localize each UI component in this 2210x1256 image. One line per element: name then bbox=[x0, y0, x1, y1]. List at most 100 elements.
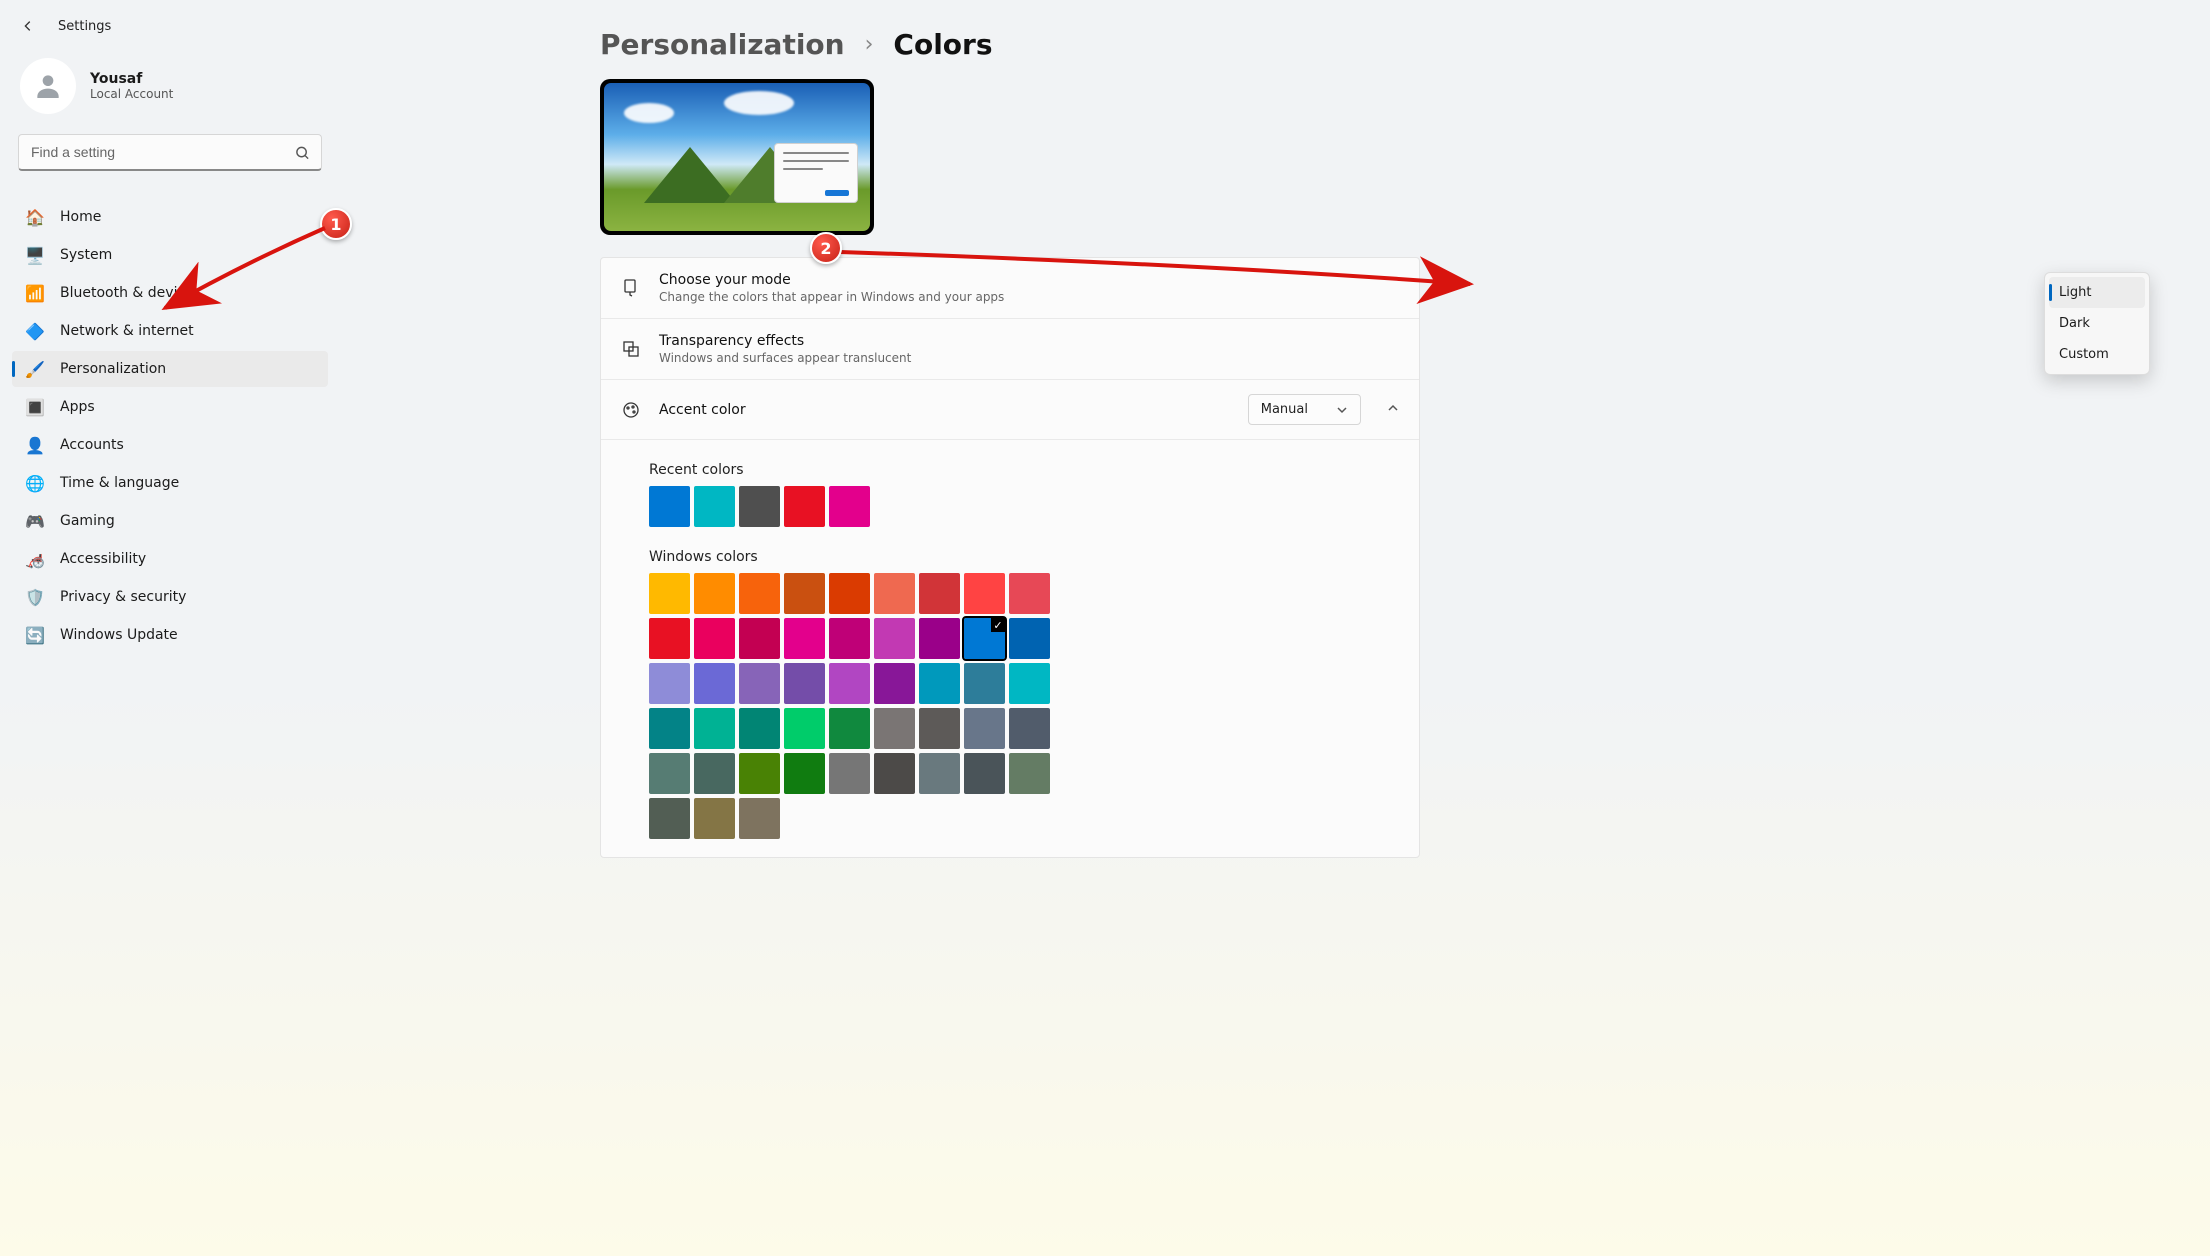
mode-option-dark[interactable]: Dark bbox=[2049, 308, 2145, 339]
windows-color-swatch[interactable] bbox=[784, 573, 825, 614]
breadcrumb: Personalization › Colors bbox=[600, 28, 2150, 61]
nav: 🏠Home🖥️System📶Bluetooth & devices 🔷 Networ… bbox=[12, 199, 328, 653]
windows-color-swatch[interactable] bbox=[694, 708, 735, 749]
windows-color-swatch[interactable] bbox=[649, 708, 690, 749]
app-title: Settings bbox=[58, 19, 111, 34]
windows-color-swatch[interactable] bbox=[739, 663, 780, 704]
windows-color-swatch[interactable] bbox=[739, 573, 780, 614]
row-transparency[interactable]: Transparency effects Windows and surface… bbox=[601, 319, 1419, 380]
windows-color-swatch[interactable] bbox=[694, 618, 735, 659]
back-button[interactable] bbox=[20, 18, 36, 34]
sidebar-item-system[interactable]: 🖥️System bbox=[12, 237, 328, 273]
windows-color-swatch[interactable] bbox=[739, 618, 780, 659]
settings-card: Choose your mode Change the colors that … bbox=[600, 257, 1420, 858]
mode-title: Choose your mode bbox=[659, 272, 1399, 288]
sidebar-item-label: Personalization bbox=[60, 361, 166, 377]
sidebar-item-gaming[interactable]: 🎮Gaming bbox=[12, 503, 328, 539]
windows-color-swatch[interactable] bbox=[1009, 753, 1050, 794]
windows-color-swatch[interactable] bbox=[919, 618, 960, 659]
row-accent: Accent color Manual bbox=[601, 380, 1419, 440]
windows-color-swatch[interactable] bbox=[649, 798, 690, 839]
sidebar-item-label: Network & internet bbox=[60, 323, 194, 339]
search-input[interactable] bbox=[18, 134, 322, 171]
sidebar-item-personalization[interactable]: 🖌️Personalization bbox=[12, 351, 328, 387]
windows-color-swatch[interactable] bbox=[784, 708, 825, 749]
windows-color-swatch[interactable] bbox=[874, 708, 915, 749]
sidebar-item-label: Time & language bbox=[60, 475, 179, 491]
breadcrumb-root[interactable]: Personalization bbox=[600, 28, 845, 61]
transparency-icon bbox=[621, 339, 641, 359]
windows-color-swatch[interactable] bbox=[964, 708, 1005, 749]
sidebar-item-network[interactable]: 🔷 Network & internet bbox=[12, 313, 328, 349]
windows-color-swatch[interactable] bbox=[649, 663, 690, 704]
timelang-icon: 🌐 bbox=[26, 474, 44, 492]
mode-option-custom[interactable]: Custom bbox=[2049, 339, 2145, 370]
windows-color-swatch[interactable] bbox=[874, 663, 915, 704]
windows-color-swatch[interactable] bbox=[919, 663, 960, 704]
windows-color-swatch[interactable] bbox=[649, 753, 690, 794]
mode-sub: Change the colors that appear in Windows… bbox=[659, 290, 1399, 304]
sidebar-item-label: Bluetooth & devices bbox=[60, 285, 201, 301]
windows-color-swatch[interactable] bbox=[739, 708, 780, 749]
windows-color-swatch[interactable] bbox=[964, 618, 1005, 659]
sidebar-item-bluetooth[interactable]: 📶Bluetooth & devices bbox=[12, 275, 328, 311]
windows-color-swatch[interactable] bbox=[694, 798, 735, 839]
recent-color-swatch[interactable] bbox=[739, 486, 780, 527]
sidebar-item-accessibility[interactable]: 🦽Accessibility bbox=[12, 541, 328, 577]
row-choose-mode[interactable]: Choose your mode Change the colors that … bbox=[601, 258, 1419, 319]
accent-expanded: Recent colors Windows colors bbox=[601, 440, 1419, 857]
sidebar-item-update[interactable]: 🔄Windows Update bbox=[12, 617, 328, 653]
windows-color-swatch[interactable] bbox=[919, 708, 960, 749]
windows-color-swatch[interactable] bbox=[829, 663, 870, 704]
windows-color-swatch[interactable] bbox=[739, 753, 780, 794]
windows-color-swatch[interactable] bbox=[919, 753, 960, 794]
profile-block[interactable]: Yousaf Local Account bbox=[12, 46, 328, 118]
windows-color-swatch[interactable] bbox=[784, 618, 825, 659]
chevron-down-icon bbox=[1336, 404, 1348, 416]
sidebar-item-privacy[interactable]: 🛡️Privacy & security bbox=[12, 579, 328, 615]
network-icon: 🔷 bbox=[26, 322, 44, 340]
windows-color-swatch[interactable] bbox=[919, 573, 960, 614]
windows-color-swatch[interactable] bbox=[739, 798, 780, 839]
windows-color-swatch[interactable] bbox=[829, 708, 870, 749]
windows-color-swatch[interactable] bbox=[964, 663, 1005, 704]
windows-colors-grid bbox=[649, 573, 1419, 839]
windows-color-swatch[interactable] bbox=[964, 753, 1005, 794]
sidebar-item-timelang[interactable]: 🌐 Time & language bbox=[12, 465, 328, 501]
windows-color-swatch[interactable] bbox=[649, 573, 690, 614]
windows-color-swatch[interactable] bbox=[784, 753, 825, 794]
breadcrumb-leaf: Colors bbox=[893, 28, 992, 61]
recent-color-swatch[interactable] bbox=[784, 486, 825, 527]
sidebar: Settings Yousaf Local Account 🏠Home🖥️Sys… bbox=[0, 0, 340, 1256]
windows-color-swatch[interactable] bbox=[1009, 573, 1050, 614]
windows-colors-label: Windows colors bbox=[649, 549, 1419, 565]
recent-color-swatch[interactable] bbox=[649, 486, 690, 527]
windows-color-swatch[interactable] bbox=[874, 573, 915, 614]
windows-color-swatch[interactable] bbox=[784, 663, 825, 704]
profile-name: Yousaf bbox=[90, 71, 173, 87]
windows-color-swatch[interactable] bbox=[874, 753, 915, 794]
windows-color-swatch[interactable] bbox=[1009, 708, 1050, 749]
recent-color-swatch[interactable] bbox=[829, 486, 870, 527]
sidebar-item-accounts[interactable]: 👤Accounts bbox=[12, 427, 328, 463]
gaming-icon: 🎮 bbox=[26, 512, 44, 530]
windows-color-swatch[interactable] bbox=[964, 573, 1005, 614]
windows-color-swatch[interactable] bbox=[829, 573, 870, 614]
avatar bbox=[20, 58, 76, 114]
sidebar-item-apps[interactable]: 🔳Apps bbox=[12, 389, 328, 425]
collapse-button[interactable] bbox=[1387, 402, 1399, 418]
windows-color-swatch[interactable] bbox=[1009, 663, 1050, 704]
recent-color-swatch[interactable] bbox=[694, 486, 735, 527]
windows-color-swatch[interactable] bbox=[874, 618, 915, 659]
sidebar-item-home[interactable]: 🏠Home bbox=[12, 199, 328, 235]
mode-option-light[interactable]: Light bbox=[2049, 277, 2145, 308]
windows-color-swatch[interactable] bbox=[694, 753, 735, 794]
paint-icon bbox=[621, 278, 641, 298]
accent-mode-select[interactable]: Manual bbox=[1248, 394, 1361, 425]
windows-color-swatch[interactable] bbox=[829, 753, 870, 794]
windows-color-swatch[interactable] bbox=[1009, 618, 1050, 659]
windows-color-swatch[interactable] bbox=[649, 618, 690, 659]
windows-color-swatch[interactable] bbox=[694, 573, 735, 614]
windows-color-swatch[interactable] bbox=[694, 663, 735, 704]
windows-color-swatch[interactable] bbox=[829, 618, 870, 659]
